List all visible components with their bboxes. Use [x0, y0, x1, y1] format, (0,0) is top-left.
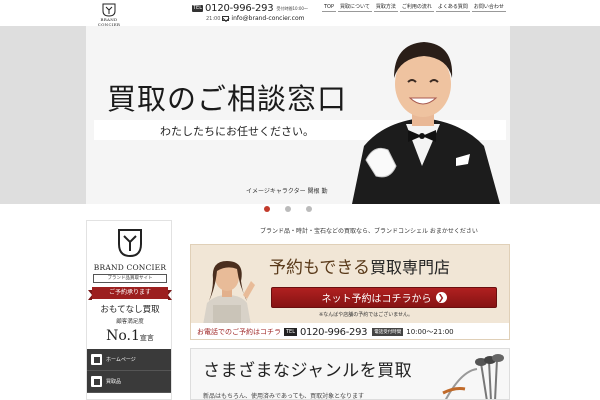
omotenashi-text: おもてなし買取 [100, 305, 160, 315]
sidebar-item-label: ホームページ [106, 357, 136, 363]
sidebar-item-label: 買取品 [106, 379, 122, 385]
header-phone[interactable]: 0120-996-293 [205, 3, 274, 14]
banner-title: 予約もできる買取専門店 [269, 253, 450, 278]
nav-item-about[interactable]: 買取について [338, 4, 372, 12]
hours-label: 電話受付時間 [372, 328, 404, 336]
nav-item-flow[interactable]: ご利用の流れ [399, 4, 434, 12]
hero-slide[interactable]: 買取のご相談窓口 わたしたちにお任せください。 イメージキャラクター 関根 勤 [86, 26, 510, 204]
crest-icon [118, 229, 142, 258]
sidebar-item-items[interactable]: 買取品 [87, 371, 171, 393]
reservation-ribbon: ご予約承ります [88, 287, 172, 300]
net-reservation-button[interactable]: ネット予約はコチラから ❯ [271, 287, 497, 308]
hero-title: 買取のご相談窓口 [107, 82, 348, 116]
mascot-image [352, 42, 500, 204]
nav-item-method[interactable]: 買取方法 [373, 4, 398, 12]
hours-value: 10:00〜21:00 [406, 328, 454, 336]
banner-note: ※なんばや店舗の予約ではございません。 [319, 312, 414, 318]
header-contact: TEL 0120-996-293 受付時間10:00〜 21:00 info@b… [192, 3, 312, 22]
home-icon [91, 354, 102, 365]
no1-declaration: No.1宣言 [87, 325, 173, 344]
crest-icon [102, 3, 116, 17]
genre-text: 新品はもちろん、使用済みであっても、買取対象となります [203, 393, 364, 400]
slider-dot-2[interactable] [285, 206, 291, 212]
site-logo[interactable]: BRAND CONCIER [94, 3, 124, 27]
items-icon [91, 376, 102, 387]
phone-hours: 受付時間10:00〜 [276, 5, 308, 11]
genre-title: さまざまなジャンルを買取 [203, 361, 413, 381]
mail-hours: 21:00 [206, 15, 221, 22]
nav-item-faq[interactable]: よくある質問 [435, 4, 470, 12]
slider-dots [264, 206, 312, 212]
header-email[interactable]: info@brand-concier.com [231, 15, 304, 22]
nav-item-contact[interactable]: お問い合わせ [471, 4, 506, 12]
sidebar-brand-name: BRAND CONCIER [93, 263, 167, 272]
banner-phone[interactable]: 0120-996-293 [300, 327, 368, 338]
site-header: BRAND CONCIER TEL 0120-996-293 受付時間10:00… [0, 0, 600, 27]
tel-badge: TEL [284, 328, 297, 336]
sidebar-menu: ホームページ 買取品 [87, 349, 171, 393]
no1-small: 宣言 [139, 334, 154, 342]
no1-big: No.1 [106, 328, 140, 344]
global-nav: TOP 買取について 買取方法 ご利用の流れ よくある質問 お問い合わせ [322, 4, 506, 12]
sidebar-brand-sub: ブランド品買取サイト [93, 274, 167, 283]
slider-dot-1[interactable] [264, 206, 270, 212]
hero-subtitle: わたしたちにお任せください。 [160, 125, 314, 138]
satisfaction-text: 顧客満足度 [116, 319, 144, 325]
genre-section: さまざまなジャンルを買取 新品はもちろん、使用済みであっても、買取対象となります [190, 348, 510, 400]
nav-item-top[interactable]: TOP [322, 4, 337, 12]
sidebar: BRAND CONCIER ブランド品買取サイト ご予約承ります おもてなし買取… [86, 220, 172, 400]
banner-title-brown: 予約もできる [269, 258, 370, 278]
lead-text: ブランド品・時計・宝石などの買取なら、ブランドコンシェル おまかせください [260, 228, 478, 235]
net-reservation-label: ネット予約はコチラから [321, 294, 432, 305]
hero-slider: 買取のご相談窓口 わたしたちにお任せください。 イメージキャラクター 関根 勤 [0, 26, 600, 204]
banner-phone-bar: お電話でのご予約はコチラ TEL 0120-996-293 電話受付時間 10:… [191, 323, 509, 339]
mail-icon [222, 16, 230, 21]
tel-badge: TEL [192, 5, 203, 12]
phone-reservation-label: お電話でのご予約はコチラ [197, 328, 281, 336]
banner-title-dark: 買取専門店 [369, 258, 450, 277]
golf-clubs-image [442, 354, 504, 399]
slider-dot-3[interactable] [306, 206, 312, 212]
hero-caption: イメージキャラクター 関根 勤 [246, 188, 328, 195]
arrow-right-icon: ❯ [435, 292, 447, 303]
sidebar-item-home[interactable]: ホームページ [87, 349, 171, 371]
reservation-banner: 予約もできる買取専門店 ネット予約はコチラから ❯ ※なんばや店舗の予約ではござ… [190, 244, 510, 340]
model-image [203, 261, 255, 325]
